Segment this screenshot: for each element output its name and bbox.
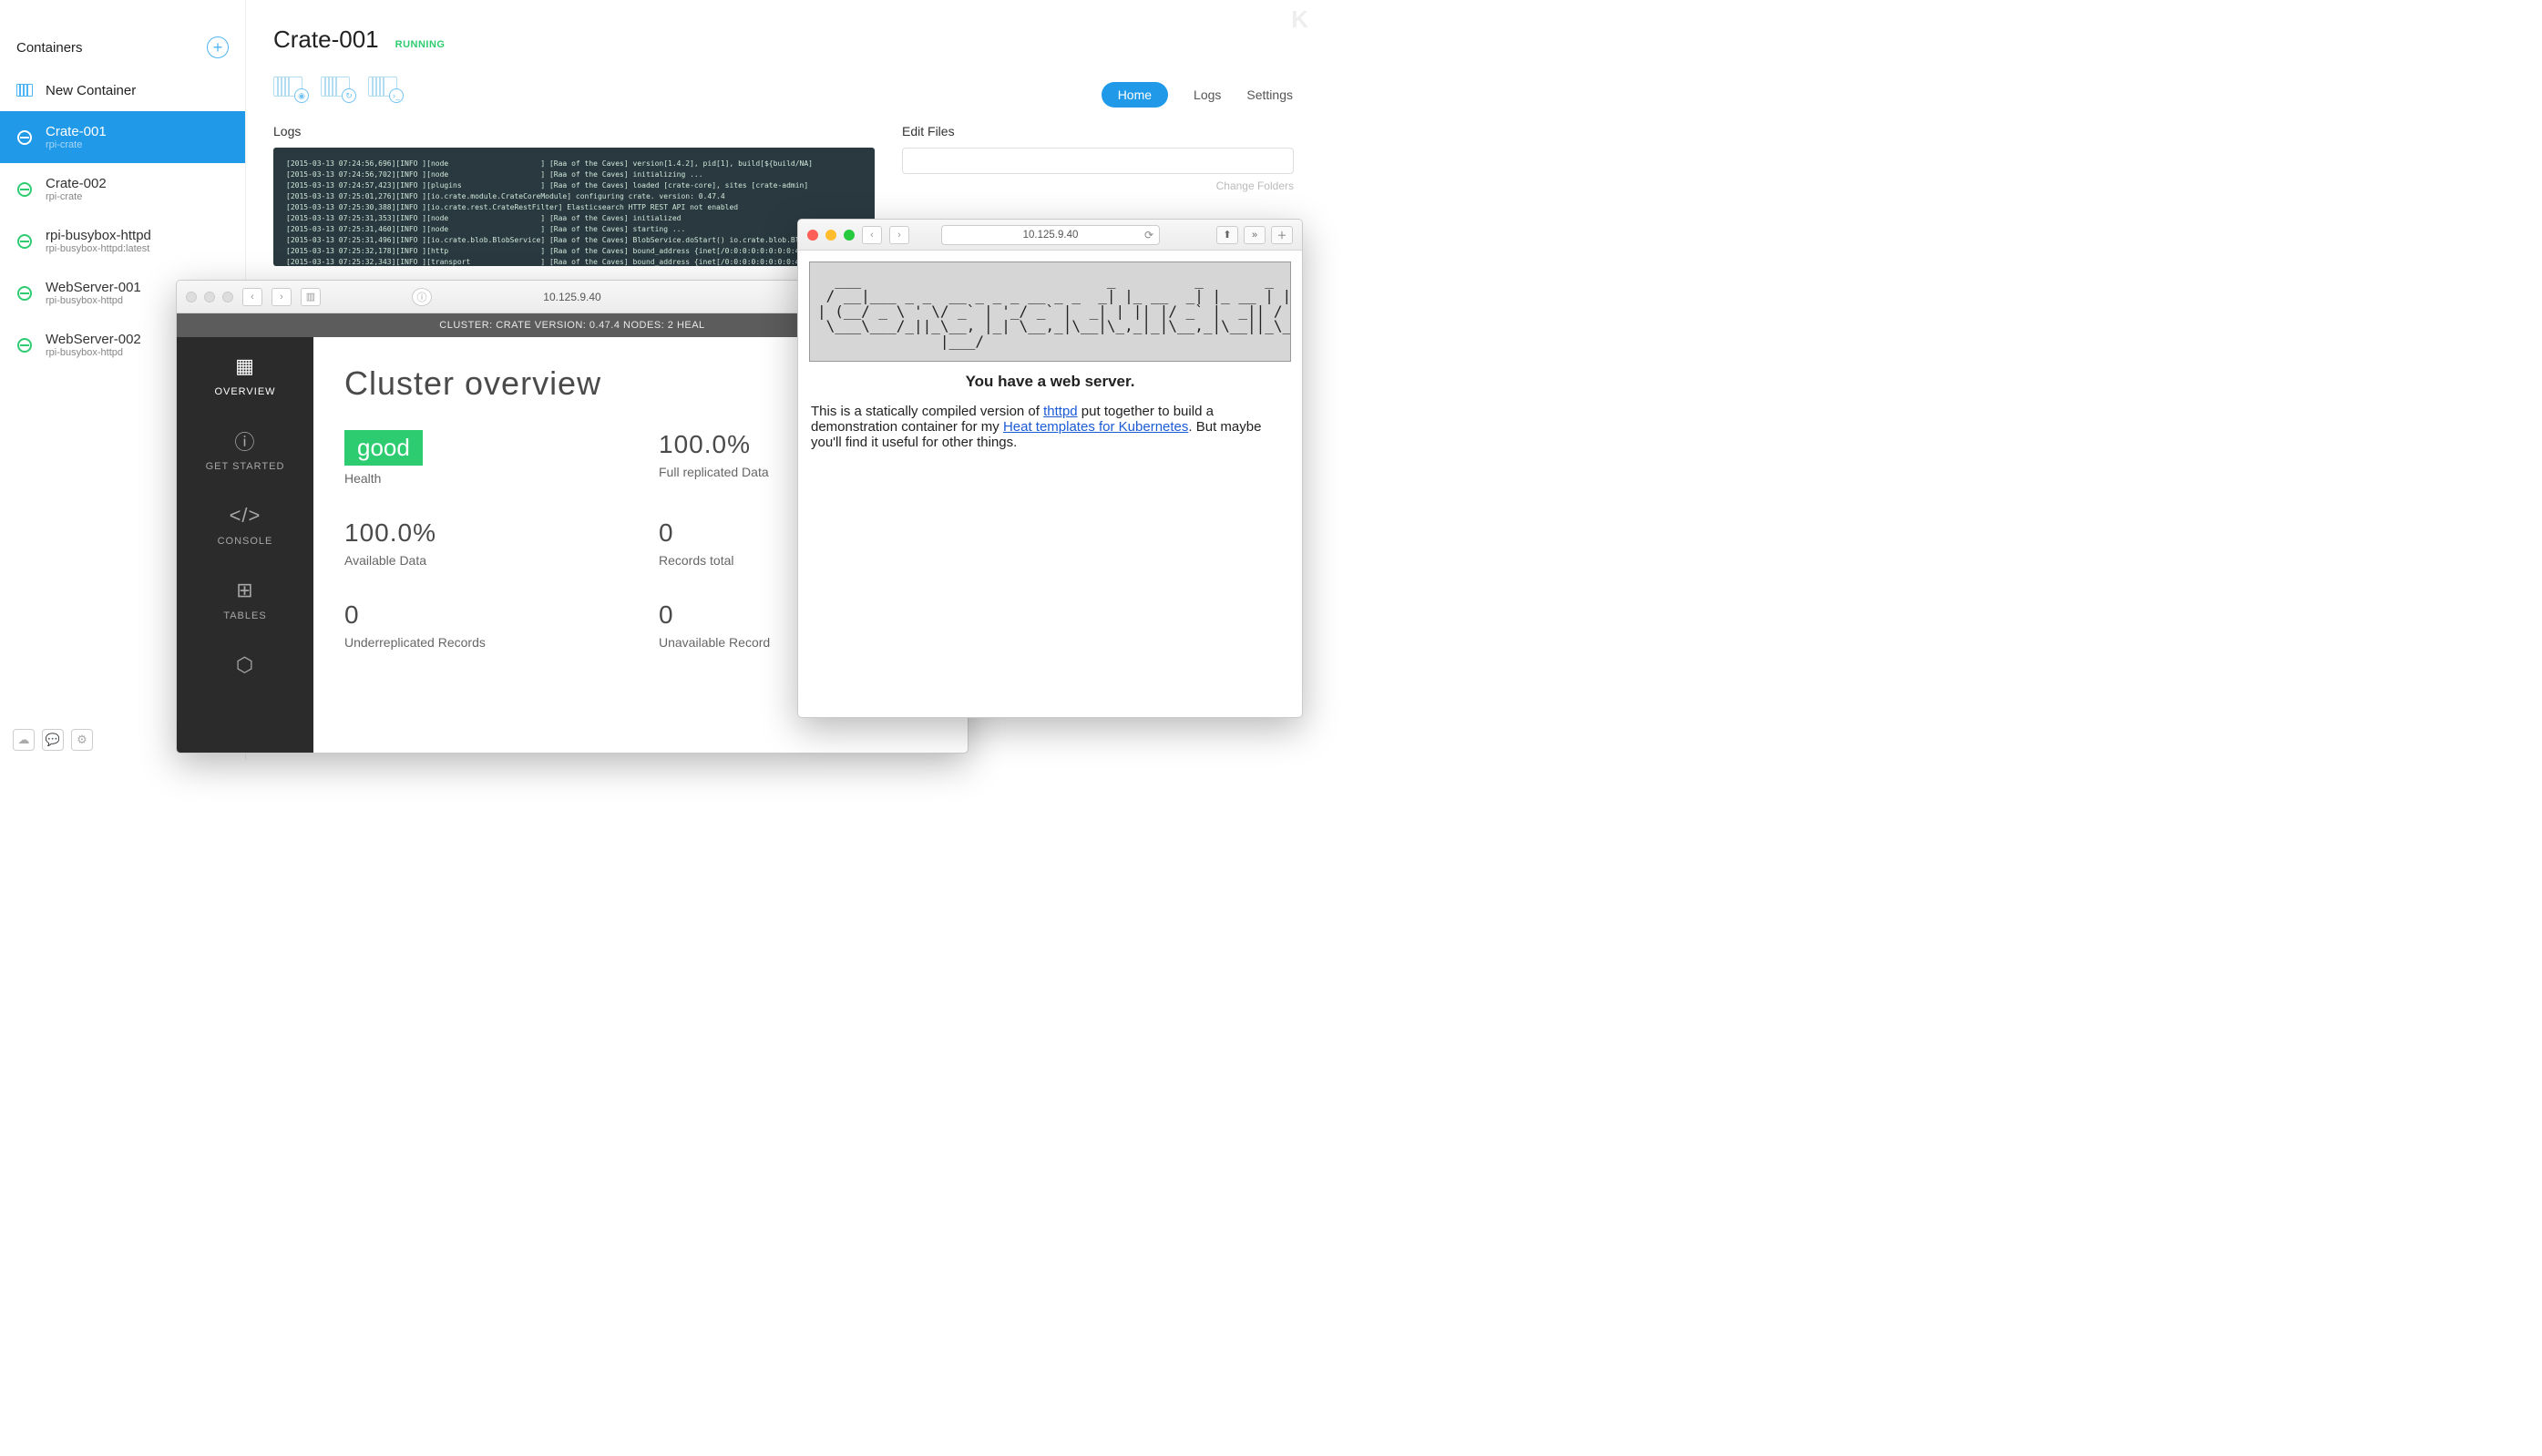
sidebar-toggle-icon[interactable]: ▥ — [301, 288, 321, 306]
app-window: K Containers + New Container Crate-001rp… — [0, 0, 1320, 760]
cluster-icon: ⬡ — [232, 652, 258, 678]
sidebar-header: Containers + — [0, 0, 245, 69]
newtab-icon[interactable]: ＋ — [1271, 226, 1293, 244]
link-thttpd[interactable]: thttpd — [1043, 404, 1078, 419]
sidenav-tables[interactable]: ⊞TABLES — [223, 578, 266, 621]
action-exec-icon[interactable]: ›_ — [368, 77, 397, 97]
tab-settings[interactable]: Settings — [1246, 87, 1293, 102]
share-icon[interactable]: ⬆ — [1216, 226, 1238, 244]
bw1-min-dot[interactable] — [204, 292, 215, 302]
bw1-close-dot[interactable] — [186, 292, 197, 302]
congr-text: This is a statically compiled version of… — [811, 404, 1289, 450]
status-ring-icon — [17, 182, 32, 197]
tab-logs[interactable]: Logs — [1194, 87, 1221, 102]
browser-thttpd-window[interactable]: ‹ › 10.125.9.40 ⟳ ⬆ » ＋ ___ _ _ _ _ / __… — [797, 219, 1303, 718]
sidebar-item-crate-001[interactable]: Crate-001rpi-crate — [0, 111, 245, 163]
logs-heading: Logs — [273, 124, 875, 138]
crate-sidenav: ▦OVERVIEW ⓘGET STARTED </>CONSOLE ⊞TABLE… — [177, 337, 313, 753]
forward-button[interactable]: › — [272, 288, 292, 306]
grid-icon: ▦ — [232, 354, 258, 379]
sidenav-cluster[interactable]: ⬡ — [232, 652, 258, 678]
status-ring-icon — [17, 338, 32, 353]
link-heat-templates[interactable]: Heat templates for Kubernetes — [1003, 419, 1188, 435]
info-icon: ⓘ — [232, 428, 258, 454]
edit-files-heading: Edit Files — [902, 124, 1294, 138]
sidenav-overview[interactable]: ▦OVERVIEW — [214, 354, 275, 397]
metric-under: 0 Underreplicated Records — [344, 600, 622, 650]
feedback-icon[interactable]: 💬 — [42, 729, 64, 751]
sidebar-item-crate-002[interactable]: Crate-002rpi-crate — [0, 163, 245, 215]
metric-available: 100.0% Available Data — [344, 518, 622, 568]
settings-icon[interactable]: ⚙ — [71, 729, 93, 751]
sidebar-title: Containers — [16, 40, 83, 56]
change-folders-link[interactable]: Change Folders — [902, 179, 1294, 192]
cloud-icon[interactable]: ☁ — [13, 729, 35, 751]
status-ring-icon — [17, 286, 32, 301]
status-ring-icon — [17, 130, 32, 145]
log-terminal[interactable]: [2015-03-13 07:24:56,696][INFO ][node ] … — [273, 148, 875, 266]
bw2-min-dot[interactable] — [825, 230, 836, 241]
congr-headline: You have a web server. — [811, 373, 1289, 391]
bw2-zoom-dot[interactable] — [844, 230, 855, 241]
edit-files-input[interactable] — [902, 148, 1294, 174]
metric-health: good Health — [344, 430, 622, 486]
container-title: Crate-001 — [273, 26, 379, 54]
bw2-forward-button[interactable]: › — [889, 226, 909, 244]
add-container-button[interactable]: + — [207, 36, 229, 58]
code-icon: </> — [232, 503, 258, 528]
status-badge: RUNNING — [395, 39, 446, 50]
reload-icon[interactable]: ⟳ — [1144, 229, 1153, 241]
tab-home[interactable]: Home — [1102, 82, 1168, 108]
sidenav-getstarted[interactable]: ⓘGET STARTED — [206, 428, 285, 472]
new-container-button[interactable]: New Container — [0, 69, 245, 111]
sidenav-console[interactable]: </>CONSOLE — [218, 503, 273, 547]
table-icon: ⊞ — [232, 578, 258, 603]
container-icon — [16, 84, 33, 97]
sidebar-item-rpi-busybox-httpd[interactable]: rpi-busybox-httpdrpi-busybox-httpd:lates… — [0, 215, 245, 267]
info-icon[interactable]: ⓘ — [412, 288, 432, 306]
address-bar[interactable]: 10.125.9.40 ⟳ — [941, 225, 1160, 245]
action-restart-icon[interactable]: ↻ — [321, 77, 350, 97]
address-text: 10.125.9.40 — [543, 291, 600, 303]
logs-panel: Logs [2015-03-13 07:24:56,696][INFO ][no… — [273, 124, 875, 266]
tabs-icon[interactable]: » — [1244, 226, 1266, 244]
back-button[interactable]: ‹ — [242, 288, 262, 306]
bw2-back-button[interactable]: ‹ — [862, 226, 882, 244]
bw1-zoom-dot[interactable] — [222, 292, 233, 302]
bw2-close-dot[interactable] — [807, 230, 818, 241]
ascii-banner: ___ _ _ _ _ / __|___ _ _ __ _ _ _ __ _ _… — [809, 261, 1291, 362]
action-view-icon[interactable]: ◉ — [273, 77, 302, 97]
status-ring-icon — [17, 234, 32, 249]
